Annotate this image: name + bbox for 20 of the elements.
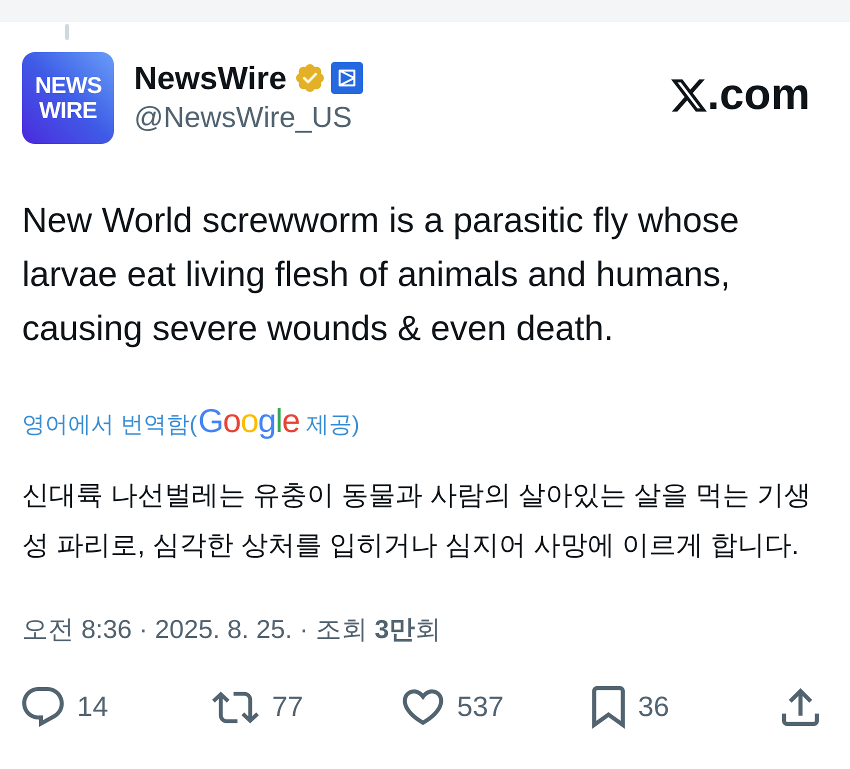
translated-text: 신대륙 나선벌레는 유충이 동물과 사람의 살아있는 살을 먹는 기생성 파리로, 심각한 상처를 입히거나 심지어 사망에 이르게 합니다. bbox=[22, 479, 812, 562]
post-text: New World screwworm is a parasitic fly whose larvae eat living flesh of animals and humans, causing severe wounds & even death. bbox=[22, 200, 740, 350]
share-button[interactable] bbox=[782, 688, 819, 726]
handle: @NewsWire_US bbox=[134, 101, 353, 136]
post-timestamp-views: 오전 8:36 · 2025. 8. 25. · 조회 3만회 bbox=[22, 613, 442, 646]
repost-icon bbox=[212, 690, 259, 724]
heart-icon bbox=[402, 689, 444, 725]
translation-link[interactable]: 영어에서 번역함(Google 제공) bbox=[22, 401, 360, 444]
reply-icon bbox=[22, 687, 64, 727]
display-name: NewsWire bbox=[134, 59, 287, 97]
site-domain: .com bbox=[707, 71, 810, 119]
avatar-logo-text: NEWS WIRE bbox=[35, 73, 101, 123]
repost-button[interactable]: 77 bbox=[212, 690, 304, 724]
bookmark-button[interactable]: 36 bbox=[592, 686, 670, 728]
reply-button[interactable]: 14 bbox=[22, 687, 108, 727]
share-icon bbox=[782, 688, 819, 726]
bookmark-icon bbox=[592, 686, 625, 728]
like-button[interactable]: 537 bbox=[402, 689, 504, 725]
x-logo-icon bbox=[671, 78, 708, 112]
thread-line bbox=[65, 24, 69, 40]
